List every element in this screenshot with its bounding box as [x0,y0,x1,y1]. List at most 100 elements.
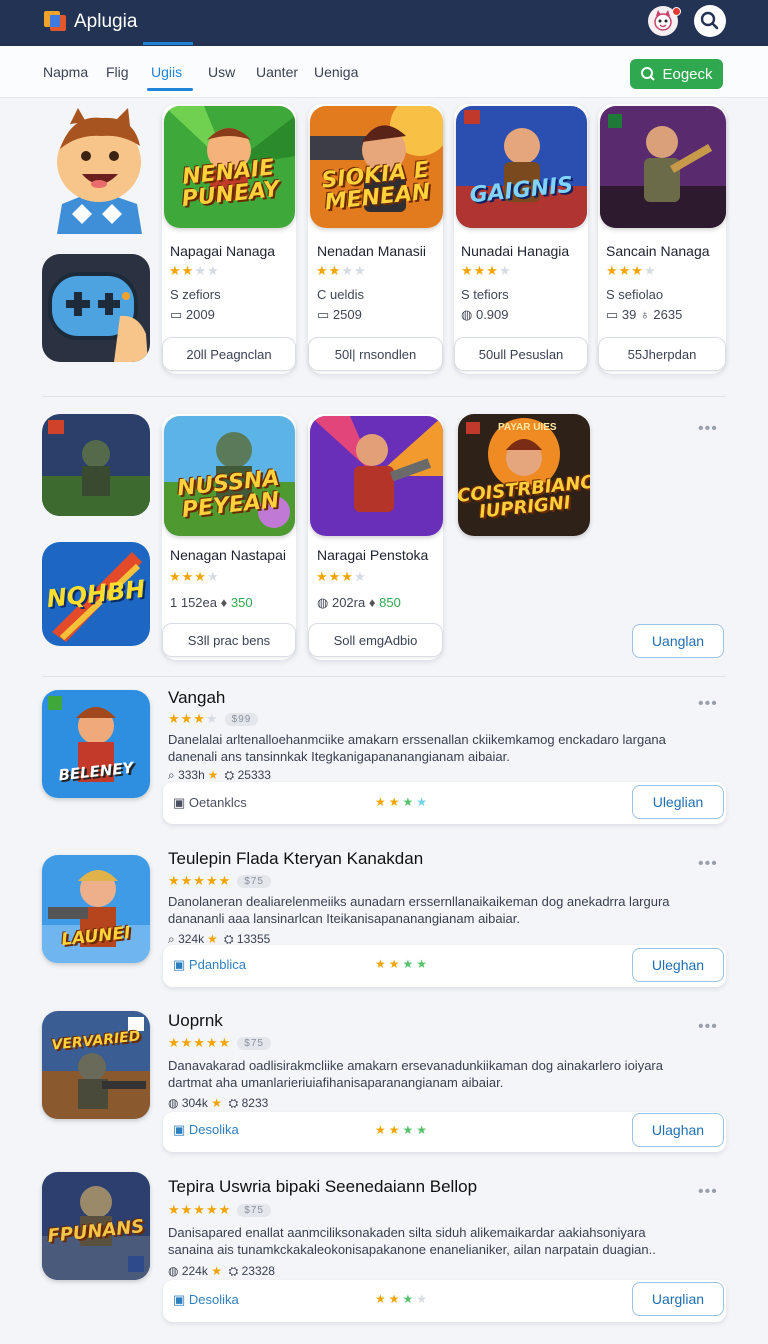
list-link-1[interactable]: ▣ Oetanklcs [173,795,247,811]
users-icon: ⛭ [223,932,234,946]
list-more-icon-4[interactable]: ••• [698,1183,718,1201]
app-tile-5[interactable]: NUSSNA PEYEAN [164,416,295,536]
app-tile-6[interactable] [310,416,443,536]
list-link-2-label: Pdanblica [188,957,247,972]
featured-tile-1[interactable]: NENAIE PUNEAY [164,106,295,228]
app-stat2-5: 350 [230,595,253,610]
featured-name-2: Nenadan Manasii [317,243,426,259]
app-name-6: Naragai Penstoka [317,547,429,563]
list-button-4[interactable]: Uarglian [632,1282,724,1316]
list-link-3-label: Desolika [188,1122,239,1137]
tab-uanter[interactable]: Uanter [256,64,298,80]
list-tile-2[interactable]: LAUNEI [42,855,150,963]
featured-meta2-2-value: 2509 [332,307,362,322]
featured-button-2[interactable]: 50l| rnsondlen [308,337,443,371]
info-icon: ▣ [173,1292,186,1307]
list-link-2[interactable]: ▣ Pdanblica [173,957,246,973]
clock-icon: ◍ [461,307,473,322]
app-logo-icon [44,11,66,31]
search-icon: ⌕ [168,768,175,782]
list-reviews-2: 13355 [236,932,271,946]
list-desc-2: Danolaneran dealiarelenmeiiks aunadarn e… [168,894,670,926]
check-button[interactable]: Eogeck [630,59,723,89]
active-tab-marker [143,42,193,45]
location-icon: ♁ [640,307,650,322]
featured-meta2-3: ◍ 0.909 [461,307,509,323]
app-stat1-6: 202ra [331,595,366,610]
app-tile-7[interactable]: COISTRBIANC IUPRIGNI PAYAR UIES [458,414,590,536]
list-title-4: Tepira Uswria bipaki Seenedaiann Bellop [168,1177,478,1196]
clock-icon: ◍ [317,595,329,610]
star-icon: ★ [211,1264,222,1278]
side-app-tile-2[interactable]: NQHBH [42,542,150,646]
list-mini-rating-2: ★★★★ [375,957,431,971]
featured-tile-3[interactable]: GAIGNIS [456,106,587,228]
tab-flig[interactable]: Flig [106,64,129,80]
star-icon: ★ [211,1096,222,1110]
featured-rating-4: ★★★★ [606,263,657,278]
tab-ugiis[interactable]: Ugiis [151,64,182,80]
list-link-4-label: Desolika [188,1292,239,1307]
tab-napma[interactable]: Napma [43,64,88,80]
calendar-icon: ▭ [317,307,330,322]
check-button-label: Eogeck [662,65,713,83]
list-mini-rating-3: ★★★★ [375,1123,431,1137]
featured-meta1-3: S tefiors [461,287,509,302]
clock-icon: ◍ [168,1096,179,1110]
list-more-icon-1[interactable]: ••• [698,695,718,713]
list-tile-1[interactable]: BELENEY [42,690,150,798]
list-title-3: Uoprnk [168,1011,223,1030]
list-tile-3[interactable]: VERVARIED [42,1011,150,1119]
info-icon: ▣ [173,957,186,972]
list-more-icon-2[interactable]: ••• [698,855,718,873]
featured-meta2-4-value: 39 [621,307,637,322]
app-button-6[interactable]: Soll emgAdbio [308,623,443,657]
featured-name-1: Napagai Nanaga [170,243,276,259]
list-desc-4: Danisapared enallat aanmciliksonakaden s… [168,1225,656,1257]
search-icon: ⌕ [168,932,175,946]
list-downloads-4: 224k [181,1264,208,1278]
featured-meta2-1-value: 2009 [185,307,215,322]
featured-button-4[interactable]: 55Jherpdan [598,337,726,371]
app-rating-5: ★★★★ [169,569,220,584]
list-button-2[interactable]: Uleghan [632,948,724,982]
list-reviews-1: 25333 [237,768,271,782]
app-stats-6: ◍ 202ra ♦ 850 [317,595,401,611]
app-stats-5: 1 152ea ♦ 350 [170,595,253,610]
list-link-3[interactable]: ▣ Desolika [173,1122,239,1138]
tab-ueniga[interactable]: Ueniga [314,64,358,80]
top-bar: Aplugia [0,0,768,46]
featured-tile-2[interactable]: SIOKIA E MENEAN [310,106,443,228]
side-app-tile-1[interactable] [42,414,150,516]
app-stat2-6: 850 [379,595,401,610]
gamepad-app-tile[interactable] [42,254,150,362]
list-button-3[interactable]: Ulaghan [632,1113,724,1147]
list-price-2: $75 [237,875,271,889]
users-icon: ⛭ [228,1264,239,1278]
list-rating-1: ★★★★ $99 [168,711,259,727]
section-divider-1 [42,396,726,397]
list-tile-4[interactable]: FPUNANS [42,1172,150,1280]
more-options-icon[interactable]: ••• [698,420,718,438]
featured-name-4: Sancain Nanaga [606,243,710,259]
featured-button-3[interactable]: 50ull Pesuslan [454,337,588,371]
app-tile-7-banner: PAYAR UIES [498,422,557,433]
list-button-1[interactable]: Uleglian [632,785,724,819]
search-button[interactable] [694,5,726,37]
list-rating-3: ★★★★★ $75 [168,1035,271,1051]
info-icon: ▣ [173,1122,186,1137]
list-stats-4: ◍ 224k ★ ⛭ 23328 [168,1264,275,1279]
app-button-5[interactable]: S3ll prac bens [162,623,296,657]
featured-tile-4[interactable] [600,106,726,228]
tab-usw[interactable]: Usw [208,64,235,80]
list-reviews-4: 23328 [241,1264,275,1278]
list-price-4: $75 [237,1204,271,1218]
list-link-1-label: Oetanklcs [188,795,247,810]
second-row-action-button[interactable]: Uanglan [632,624,724,658]
list-mini-rating-1: ★★★★ [375,795,431,809]
list-link-4[interactable]: ▣ Desolika [173,1292,239,1308]
mascot-illustration [42,104,152,234]
list-more-icon-3[interactable]: ••• [698,1018,718,1036]
featured-button-1[interactable]: 20ll Peagnclan [162,337,296,371]
list-downloads-1: 333h [178,768,205,782]
